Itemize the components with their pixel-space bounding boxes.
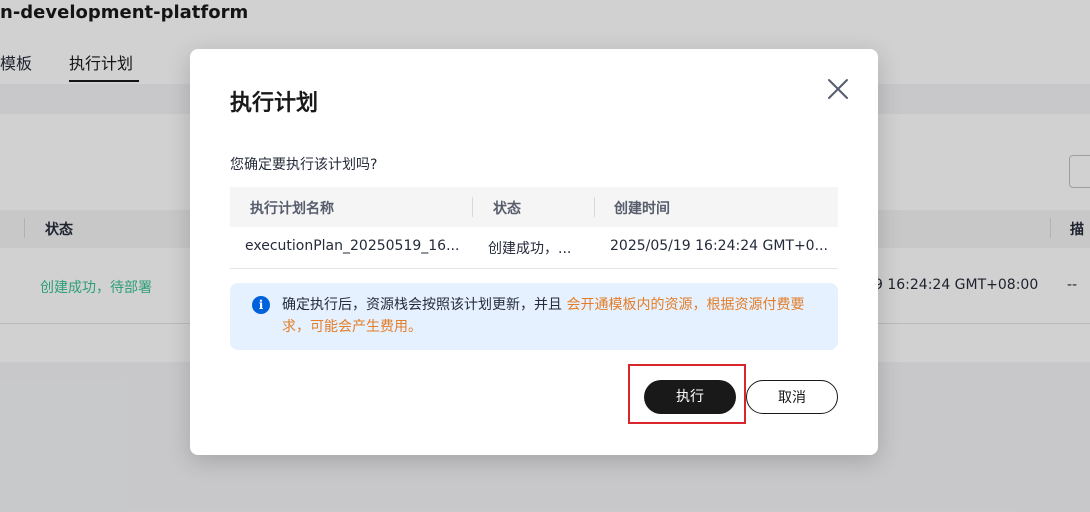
notice-text-prefix: 确定执行后，资源栈会按照该计划更新，并且 (282, 297, 567, 313)
close-icon[interactable] (826, 77, 850, 101)
cancel-button[interactable]: 取消 (746, 380, 838, 414)
plan-table-header: 执行计划名称 状态 创建时间 (230, 187, 838, 227)
execute-button[interactable]: 执行 (644, 380, 736, 414)
table-row: executionPlan_20250519_16... 创建成功，... 20… (230, 227, 838, 269)
column-header-status: 状态 (493, 201, 521, 217)
column-separator (594, 197, 595, 217)
column-separator (472, 197, 473, 217)
execute-plan-dialog: 执行计划 您确定要执行该计划吗? 执行计划名称 状态 创建时间 executio… (190, 49, 878, 455)
plan-table: 执行计划名称 状态 创建时间 executionPlan_20250519_16… (230, 187, 838, 269)
cost-notice: i 确定执行后，资源栈会按照该计划更新，并且 会开通模板内的资源，根据资源付费要… (230, 283, 838, 350)
dialog-title: 执行计划 (230, 91, 319, 116)
column-header-created-time: 创建时间 (614, 201, 670, 217)
notice-text: 确定执行后，资源栈会按照该计划更新，并且 会开通模板内的资源，根据资源付费要求，… (282, 294, 822, 338)
info-icon: i (252, 296, 270, 314)
plan-status-cell: 创建成功，... (488, 241, 572, 257)
column-header-plan-name: 执行计划名称 (250, 201, 334, 217)
plan-name-cell: executionPlan_20250519_16... (245, 238, 460, 254)
plan-created-cell: 2025/05/19 16:24:24 GMT+0... (610, 238, 828, 254)
confirm-question: 您确定要执行该计划吗? (230, 157, 378, 173)
